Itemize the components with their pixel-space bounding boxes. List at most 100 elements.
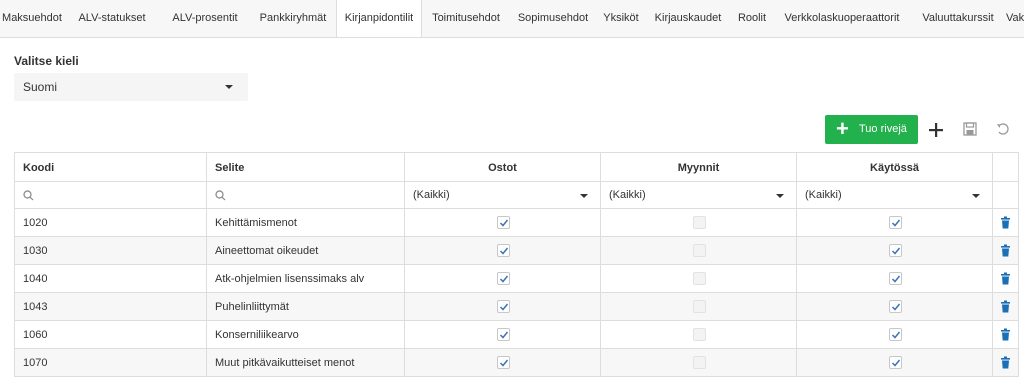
tab-kirjanpidontilit[interactable]: Kirjanpidontilit (336, 0, 422, 37)
cell-selite[interactable]: Atk-ohjelmien lisenssimaks alv (207, 265, 405, 292)
cell-selite[interactable]: Aineettomat oikeudet (207, 237, 405, 264)
filter-kaytossa-select[interactable]: (Kaikki) (797, 182, 993, 208)
tab-yksikot[interactable]: Yksiköt (596, 0, 646, 37)
column-header-myynnit[interactable]: Myynnit (601, 153, 797, 181)
cell-text: 1040 (23, 273, 48, 285)
table-row[interactable]: 1060 Konserniliikearvo (15, 321, 1018, 349)
filter-myynnit-select[interactable]: (Kaikki) (601, 182, 797, 208)
tab-toimitusehdot[interactable]: Toimitusehdot (422, 0, 510, 37)
cell-text: Kehittämismenot (215, 217, 297, 229)
cell-koodi[interactable]: 1030 (15, 237, 207, 264)
kaytossa-checkbox[interactable] (889, 244, 902, 257)
kaytossa-checkbox[interactable] (889, 328, 902, 341)
cell-myynnit[interactable] (601, 265, 797, 292)
cell-kaytossa[interactable] (797, 265, 993, 292)
ostot-checkbox[interactable] (497, 356, 510, 369)
cell-kaytossa[interactable] (797, 321, 993, 348)
filter-value: (Kaikki) (609, 189, 646, 201)
column-header-kaytossa[interactable]: Käytössä (797, 153, 993, 181)
kaytossa-checkbox[interactable] (889, 356, 902, 369)
add-row-button[interactable] (921, 115, 950, 144)
cell-ostot[interactable] (405, 349, 601, 376)
cell-koodi[interactable]: 1060 (15, 321, 207, 348)
save-icon (962, 122, 977, 136)
cell-ostot[interactable] (405, 321, 601, 348)
cell-koodi[interactable]: 1043 (15, 293, 207, 320)
cell-koodi[interactable]: 1040 (15, 265, 207, 292)
ostot-checkbox[interactable] (497, 328, 510, 341)
cell-actions (993, 349, 1019, 376)
ostot-checkbox[interactable] (497, 244, 510, 257)
search-icon (215, 190, 226, 201)
cell-selite[interactable]: Konserniliikearvo (207, 321, 405, 348)
import-rows-button[interactable]: + Tuo rivejä (825, 115, 918, 144)
column-header-label: Koodi (23, 162, 55, 174)
kaytossa-checkbox[interactable] (889, 216, 902, 229)
cell-ostot[interactable] (405, 237, 601, 264)
myynnit-checkbox[interactable] (693, 216, 706, 229)
column-header-koodi[interactable]: Koodi (15, 153, 207, 181)
myynnit-checkbox[interactable] (693, 272, 706, 285)
cell-myynnit[interactable] (601, 209, 797, 236)
table-row[interactable]: 1070 Muut pitkävaikutteiset menot (15, 349, 1018, 377)
cell-actions (993, 237, 1019, 264)
language-select[interactable]: Suomi (14, 73, 248, 101)
myynnit-checkbox[interactable] (693, 328, 706, 341)
table-row[interactable]: 1030 Aineettomat oikeudet (15, 237, 1018, 265)
trash-icon[interactable] (1000, 356, 1011, 372)
table-row[interactable]: 1043 Puhelinliittymät (15, 293, 1018, 321)
cell-selite[interactable]: Kehittämismenot (207, 209, 405, 236)
cell-ostot[interactable] (405, 265, 601, 292)
filter-ostot-select[interactable]: (Kaikki) (405, 182, 601, 208)
save-button[interactable] (955, 115, 984, 144)
undo-button[interactable] (988, 115, 1017, 144)
tab-pankkiryhmat[interactable]: Pankkiryhmät (250, 0, 336, 37)
tab-alv-prosentit[interactable]: ALV-prosentit (160, 0, 250, 37)
cell-ostot[interactable] (405, 209, 601, 236)
kaytossa-checkbox[interactable] (889, 272, 902, 285)
tab-kirjauskaudet[interactable]: Kirjauskaudet (646, 0, 730, 37)
cell-kaytossa[interactable] (797, 237, 993, 264)
cell-kaytossa[interactable] (797, 293, 993, 320)
myynnit-checkbox[interactable] (693, 244, 706, 257)
language-label: Valitse kieli (14, 54, 79, 68)
tab-maksuehdot[interactable]: Maksuehdot (0, 0, 64, 37)
cell-kaytossa[interactable] (797, 209, 993, 236)
cell-selite[interactable]: Puhelinliittymät (207, 293, 405, 320)
ostot-checkbox[interactable] (497, 300, 510, 313)
tab-alv-statukset[interactable]: ALV-statukset (64, 0, 160, 37)
cell-actions (993, 321, 1019, 348)
trash-icon[interactable] (1000, 328, 1011, 344)
cell-kaytossa[interactable] (797, 349, 993, 376)
cell-koodi[interactable]: 1070 (15, 349, 207, 376)
ostot-checkbox[interactable] (497, 272, 510, 285)
cell-ostot[interactable] (405, 293, 601, 320)
cell-myynnit[interactable] (601, 293, 797, 320)
filter-koodi-input[interactable] (15, 182, 207, 208)
cell-koodi[interactable]: 1020 (15, 209, 207, 236)
table-row[interactable]: 1040 Atk-ohjelmien lisenssimaks alv (15, 265, 1018, 293)
table-row[interactable]: 1020 Kehittämismenot (15, 209, 1018, 237)
myynnit-checkbox[interactable] (693, 356, 706, 369)
filter-selite-input[interactable] (207, 182, 405, 208)
kaytossa-checkbox[interactable] (889, 300, 902, 313)
tab-sopimusehdot[interactable]: Sopimusehdot (510, 0, 596, 37)
cell-myynnit[interactable] (601, 321, 797, 348)
trash-icon[interactable] (1000, 216, 1011, 232)
cell-myynnit[interactable] (601, 349, 797, 376)
tab-valuuttakurssit[interactable]: Valuuttakurssit (910, 0, 1006, 37)
cell-myynnit[interactable] (601, 237, 797, 264)
plus-icon (928, 123, 943, 137)
trash-icon[interactable] (1000, 244, 1011, 260)
trash-icon[interactable] (1000, 300, 1011, 316)
column-header-ostot[interactable]: Ostot (405, 153, 601, 181)
myynnit-checkbox[interactable] (693, 300, 706, 313)
cell-selite[interactable]: Muut pitkävaikutteiset menot (207, 349, 405, 376)
tab-roolit[interactable]: Roolit (730, 0, 774, 37)
tab-vak[interactable]: Vak (1006, 0, 1024, 37)
tab-verkkolaskuoperaattorit[interactable]: Verkkolaskuoperaattorit (774, 0, 910, 37)
cell-text: Atk-ohjelmien lisenssimaks alv (215, 273, 365, 285)
ostot-checkbox[interactable] (497, 216, 510, 229)
trash-icon[interactable] (1000, 272, 1011, 288)
column-header-selite[interactable]: Selite (207, 153, 405, 181)
